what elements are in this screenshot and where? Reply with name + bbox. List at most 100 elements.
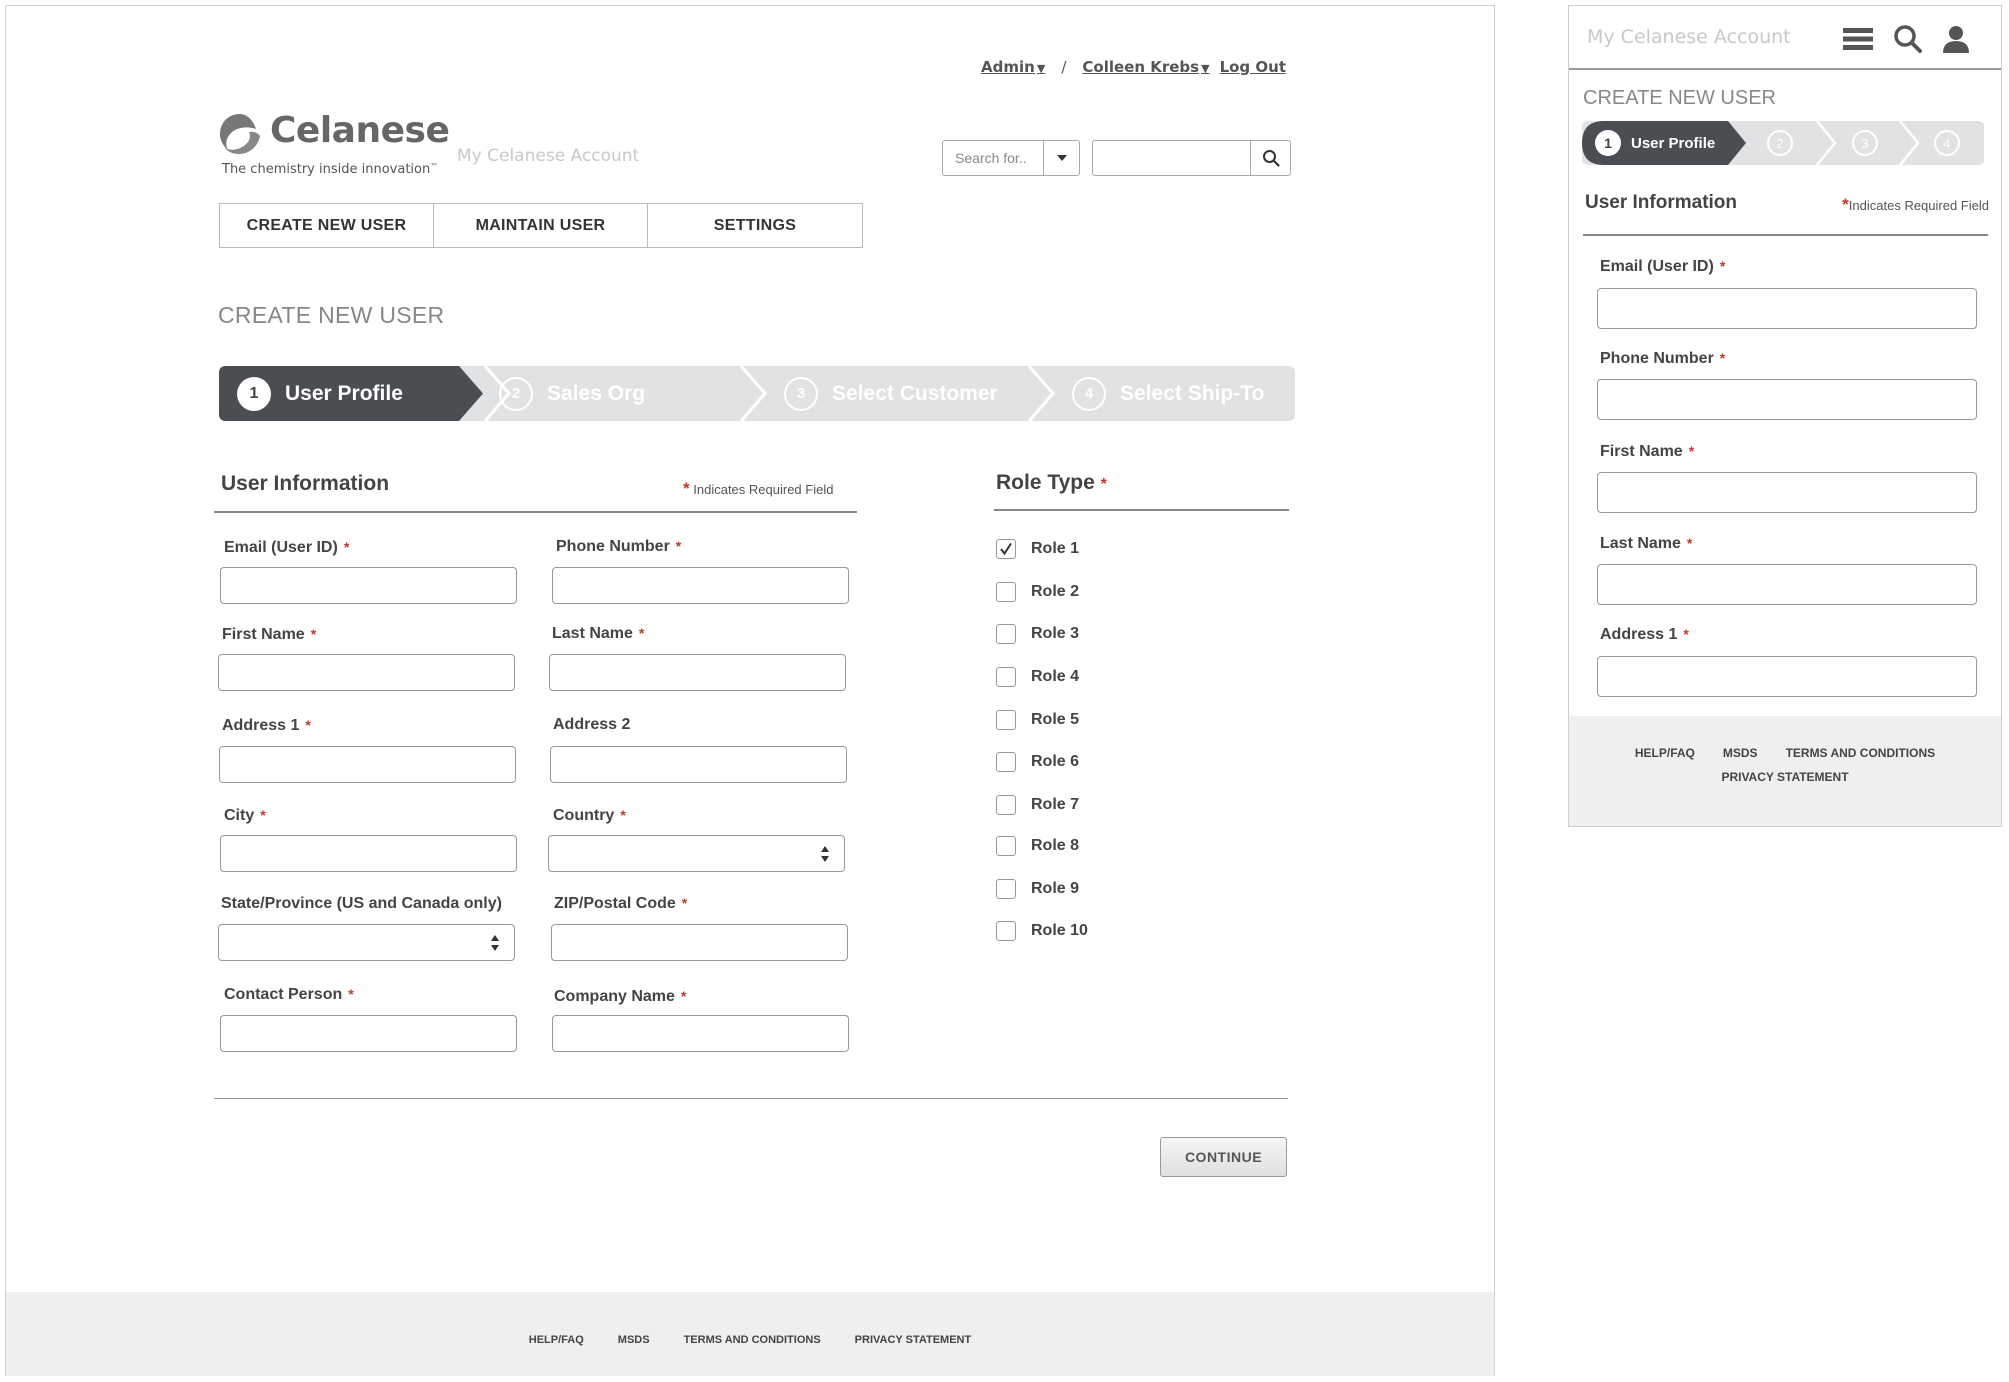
mobile-footer-link-terms-and-conditions[interactable]: TERMS AND CONDITIONS bbox=[1786, 746, 1936, 760]
country-select[interactable] bbox=[548, 835, 845, 872]
main-tabs: CREATE NEW USER MAINTAIN USER SETTINGS bbox=[219, 203, 863, 248]
search-input[interactable] bbox=[1092, 140, 1291, 176]
mobile-address-1-field[interactable] bbox=[1597, 656, 1977, 697]
role-label: Role 5 bbox=[1031, 711, 1080, 728]
footer: HELP/FAQ MSDS TERMS AND CONDITIONS PRIVACY … bbox=[6, 1292, 1494, 1376]
role-option-6[interactable]: Role 6 bbox=[996, 752, 1079, 772]
logout-link[interactable]: Log Out bbox=[1220, 58, 1286, 76]
step-user-profile[interactable]: 1 User Profile bbox=[237, 366, 403, 421]
role-option-3[interactable]: Role 3 bbox=[996, 624, 1079, 644]
step-sales-org[interactable]: 2 Sales Org bbox=[499, 366, 645, 421]
mobile-last-name-label: Last Name * bbox=[1600, 535, 1693, 552]
site-name: My Celanese Account bbox=[457, 146, 640, 166]
footer-link-help-faq[interactable]: HELP/FAQ bbox=[529, 1334, 584, 1346]
zip-postal-code-field[interactable] bbox=[551, 924, 848, 961]
role-checkbox[interactable] bbox=[996, 624, 1016, 644]
tab-maintain-user[interactable]: MAINTAIN USER bbox=[434, 204, 648, 247]
mobile-header-divider bbox=[1569, 68, 2001, 70]
hamburger-menu-icon[interactable] bbox=[1841, 22, 1875, 56]
required-star: * bbox=[310, 626, 317, 642]
role-checkbox[interactable] bbox=[996, 879, 1016, 899]
mobile-footer: HELP/FAQ MSDS TERMS AND CONDITIONS PRIVACY… bbox=[1569, 716, 2001, 826]
state-province-us-and-canada-only-select[interactable] bbox=[218, 924, 515, 961]
user-info-divider bbox=[214, 511, 857, 513]
role-label: Role 2 bbox=[1031, 583, 1080, 600]
role-label: Role 7 bbox=[1031, 796, 1080, 813]
last-name-label: Last Name * bbox=[552, 625, 645, 642]
required-star: * bbox=[1683, 626, 1689, 642]
address-1-field[interactable] bbox=[219, 746, 516, 783]
mobile-user-info-heading: User Information bbox=[1585, 192, 1738, 213]
role-option-1[interactable]: Role 1 bbox=[996, 539, 1079, 559]
email-user-id-field[interactable] bbox=[220, 567, 517, 604]
city-field[interactable] bbox=[220, 835, 517, 872]
mobile-page-title: CREATE NEW USER bbox=[1583, 87, 1776, 109]
search-icon[interactable] bbox=[1891, 22, 1925, 56]
role-option-2[interactable]: Role 2 bbox=[996, 582, 1079, 602]
first-name-field[interactable] bbox=[218, 654, 515, 691]
phone-number-field[interactable] bbox=[552, 567, 849, 604]
top-links-separator: / bbox=[1061, 58, 1067, 76]
role-option-8[interactable]: Role 8 bbox=[996, 836, 1079, 856]
user-menu[interactable]: Colleen Krebs ▼ bbox=[1082, 58, 1209, 76]
role-option-5[interactable]: Role 5 bbox=[996, 710, 1079, 730]
role-checkbox[interactable] bbox=[996, 836, 1016, 856]
mobile-footer-link-help-faq[interactable]: HELP/FAQ bbox=[1635, 746, 1695, 760]
tab-create-new-user[interactable]: CREATE NEW USER bbox=[220, 204, 434, 247]
role-label: Role 6 bbox=[1031, 753, 1080, 770]
mobile-email-user-id-field[interactable] bbox=[1597, 288, 1977, 329]
required-star: * bbox=[1688, 443, 1695, 459]
mobile-step-user-profile[interactable]: 1 User Profile bbox=[1595, 121, 1715, 165]
contact-person-field[interactable] bbox=[220, 1015, 517, 1052]
mobile-step-2[interactable]: 2 bbox=[1767, 130, 1793, 156]
role-checkbox[interactable] bbox=[996, 752, 1016, 772]
step-select-customer[interactable]: 3 Select Customer bbox=[784, 366, 998, 421]
role-checkbox[interactable] bbox=[996, 795, 1016, 815]
role-label: Role 1 bbox=[1031, 540, 1080, 557]
role-option-10[interactable]: Role 10 bbox=[996, 921, 1088, 941]
tab-settings[interactable]: SETTINGS bbox=[648, 204, 862, 247]
mobile-footer-link-privacy-statement[interactable]: PRIVACY STATEMENT bbox=[1721, 770, 1848, 784]
role-option-9[interactable]: Role 9 bbox=[996, 879, 1079, 899]
role-option-7[interactable]: Role 7 bbox=[996, 795, 1079, 815]
first-name-label: First Name * bbox=[222, 626, 317, 643]
role-checkbox[interactable] bbox=[996, 667, 1016, 687]
mobile-last-name-field[interactable] bbox=[1597, 564, 1977, 605]
role-checkbox[interactable] bbox=[996, 539, 1016, 559]
admin-menu[interactable]: Admin ▼ bbox=[981, 58, 1045, 76]
continue-button[interactable]: CONTINUE bbox=[1160, 1137, 1287, 1177]
search-scope-placeholder: Search for.. bbox=[955, 150, 1027, 166]
mobile-step-3[interactable]: 3 bbox=[1852, 130, 1878, 156]
required-star: * bbox=[305, 717, 311, 733]
role-type-divider bbox=[994, 509, 1289, 511]
user-icon[interactable] bbox=[1939, 22, 1973, 56]
mobile-user-info-divider bbox=[1583, 234, 1988, 236]
last-name-field[interactable] bbox=[549, 654, 846, 691]
role-label: Role 10 bbox=[1031, 922, 1088, 939]
chevron-down-icon[interactable] bbox=[1043, 141, 1079, 175]
required-star: * bbox=[1719, 258, 1726, 274]
footer-link-msds[interactable]: MSDS bbox=[618, 1334, 650, 1346]
role-label: Role 8 bbox=[1031, 837, 1080, 854]
phone-number-label: Phone Number * bbox=[556, 538, 682, 555]
mobile-address-1-label: Address 1 * bbox=[1600, 626, 1689, 643]
search-icon[interactable] bbox=[1250, 141, 1290, 175]
footer-link-privacy-statement[interactable]: PRIVACY STATEMENT bbox=[855, 1334, 972, 1346]
mobile-step-4[interactable]: 4 bbox=[1934, 130, 1960, 156]
role-checkbox[interactable] bbox=[996, 710, 1016, 730]
role-option-4[interactable]: Role 4 bbox=[996, 667, 1079, 687]
email-user-id-label: Email (User ID) * bbox=[224, 539, 350, 556]
role-checkbox[interactable] bbox=[996, 582, 1016, 602]
address-2-field[interactable] bbox=[550, 746, 847, 783]
company-name-field[interactable] bbox=[552, 1015, 849, 1052]
celanese-logo[interactable]: Celanese The chemistry inside innovation… bbox=[218, 110, 450, 180]
required-star: * bbox=[1686, 535, 1693, 551]
mobile-footer-link-msds[interactable]: MSDS bbox=[1723, 746, 1758, 760]
role-checkbox[interactable] bbox=[996, 921, 1016, 941]
search-scope-select[interactable]: Search for.. bbox=[942, 140, 1080, 176]
step-select-ship-to[interactable]: 4 Select Ship-To bbox=[1072, 366, 1264, 421]
role-label: Role 3 bbox=[1031, 625, 1080, 642]
footer-link-terms-and-conditions[interactable]: TERMS AND CONDITIONS bbox=[684, 1334, 821, 1346]
mobile-phone-number-field[interactable] bbox=[1597, 379, 1977, 420]
mobile-first-name-field[interactable] bbox=[1597, 472, 1977, 513]
